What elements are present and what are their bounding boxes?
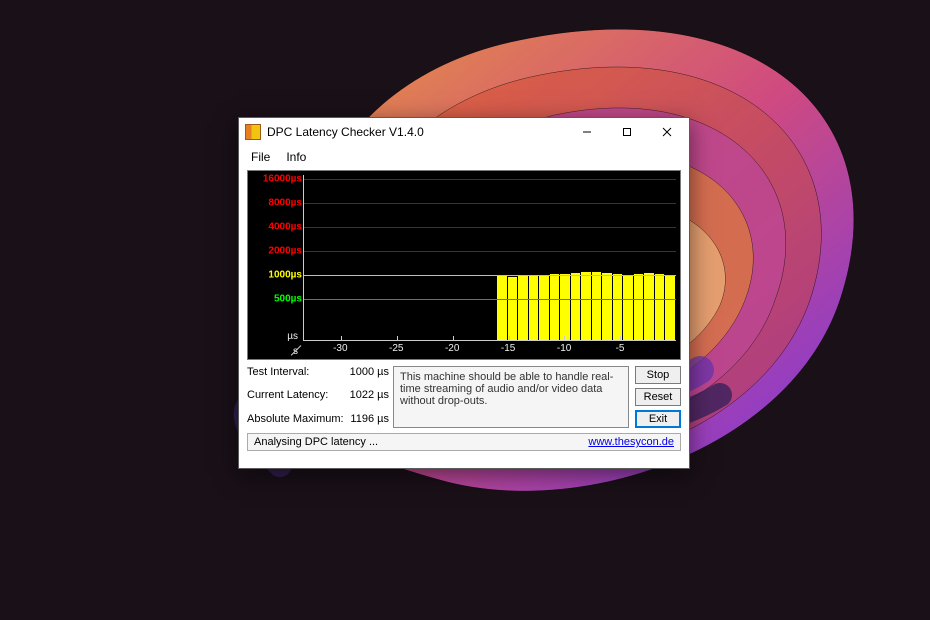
menu-file[interactable]: File	[245, 148, 276, 166]
latency-chart: 16000µs 8000µs 4000µs 2000µs 1000µs 500µs µs …	[247, 170, 681, 360]
grid-line	[304, 203, 676, 204]
latency-bar	[592, 272, 602, 340]
x-axis-unit: s	[293, 346, 298, 357]
vendor-link[interactable]: www.thesycon.de	[588, 436, 674, 448]
x-tick-mark	[564, 336, 565, 341]
x-tick-label: -5	[616, 343, 625, 354]
maximize-button[interactable]	[607, 121, 647, 143]
absolute-max-value: 1196 µs	[350, 413, 389, 428]
latency-bar	[623, 275, 633, 340]
stop-button[interactable]: Stop	[635, 366, 681, 384]
x-tick-mark	[509, 336, 510, 341]
grid-line	[304, 227, 676, 228]
y-tick-label: 16000µs	[263, 174, 302, 185]
test-interval-label: Test Interval:	[247, 366, 344, 381]
latency-bar	[550, 274, 560, 340]
latency-bar	[602, 273, 612, 340]
absolute-max-label: Absolute Maximum:	[247, 413, 344, 428]
exit-button[interactable]: Exit	[635, 410, 681, 428]
x-tick-label: -20	[445, 343, 459, 354]
window-title: DPC Latency Checker V1.4.0	[267, 125, 567, 139]
latency-bar	[571, 273, 581, 340]
y-tick-label: 1000µs	[268, 270, 302, 281]
reset-button[interactable]: Reset	[635, 388, 681, 406]
current-latency-value: 1022 µs	[350, 389, 389, 404]
latency-bar	[539, 275, 549, 340]
grid-line	[304, 299, 676, 300]
latency-bar	[529, 275, 539, 340]
y-axis-unit: µs	[287, 331, 298, 342]
status-text: Analysing DPC latency ...	[254, 436, 588, 448]
x-tick-mark	[341, 336, 342, 341]
latency-bar	[644, 273, 654, 340]
app-window: DPC Latency Checker V1.4.0 File Info 160…	[238, 117, 690, 469]
current-latency-label: Current Latency:	[247, 389, 344, 404]
close-button[interactable]	[647, 121, 687, 143]
statusbar: Analysing DPC latency ... www.thesycon.d…	[247, 433, 681, 451]
latency-bar	[518, 276, 528, 340]
latency-bar	[613, 274, 623, 340]
titlebar[interactable]: DPC Latency Checker V1.4.0	[239, 118, 689, 146]
x-tick-mark	[453, 336, 454, 341]
menubar: File Info	[239, 146, 689, 170]
stats-grid: Test Interval: 1000 µs Current Latency: …	[247, 366, 387, 428]
app-icon	[245, 124, 261, 140]
y-tick-label: 8000µs	[268, 198, 302, 209]
y-tick-label: 2000µs	[268, 246, 302, 257]
latency-bar	[497, 276, 507, 340]
message-box: This machine should be able to handle re…	[393, 366, 629, 428]
info-panel: Test Interval: 1000 µs Current Latency: …	[247, 366, 681, 428]
grid-line	[304, 179, 676, 180]
x-tick-mark	[397, 336, 398, 341]
grid-line	[304, 275, 676, 276]
latency-bar	[508, 277, 518, 340]
y-tick-label: 500µs	[274, 294, 302, 305]
latency-bar	[560, 274, 570, 340]
test-interval-value: 1000 µs	[350, 366, 389, 381]
latency-bar	[665, 275, 675, 340]
minimize-button[interactable]	[567, 121, 607, 143]
y-tick-label: 4000µs	[268, 222, 302, 233]
grid-line	[304, 251, 676, 252]
latency-bar	[581, 272, 591, 340]
x-tick-label: -15	[501, 343, 515, 354]
x-tick-label: -25	[389, 343, 403, 354]
x-tick-mark	[620, 336, 621, 341]
x-tick-label: -10	[557, 343, 571, 354]
latency-bar	[655, 274, 665, 340]
axis-unit-block: µs s	[252, 331, 300, 359]
latency-bar	[634, 274, 644, 340]
menu-info[interactable]: Info	[280, 148, 312, 166]
x-tick-label: -30	[333, 343, 347, 354]
